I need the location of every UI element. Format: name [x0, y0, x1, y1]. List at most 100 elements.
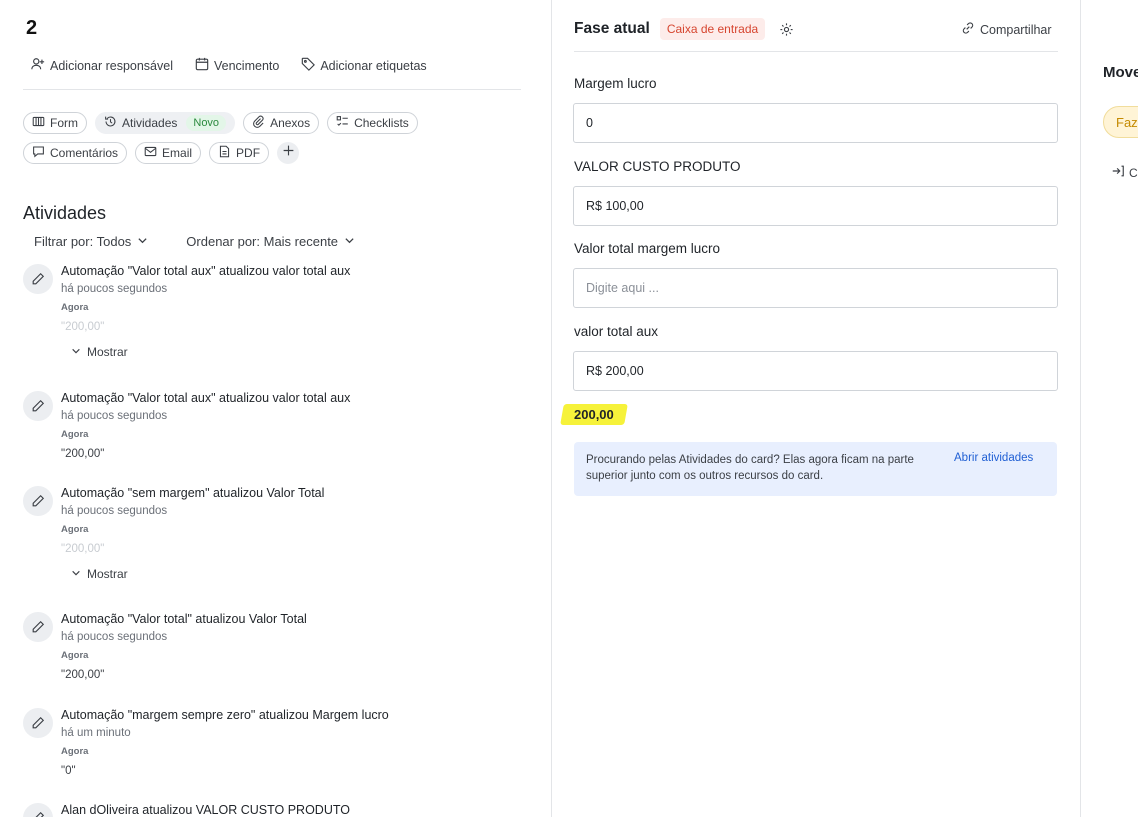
history-icon: [104, 115, 117, 131]
checklists-chip[interactable]: Checklists: [327, 112, 418, 134]
field-label-valor-custo: VALOR CUSTO PRODUTO: [574, 159, 741, 174]
activity-label: Agora: [61, 302, 89, 313]
user-plus-icon: [31, 57, 45, 74]
activity-text: Alan dOliveira atualizou VALOR CUSTO PRO…: [61, 803, 350, 817]
comments-chip-label: Comentários: [50, 146, 119, 160]
card-meta-actions: Adicionar responsável Vencimento Adicion…: [31, 57, 427, 74]
comment-icon: [32, 145, 45, 161]
chevron-down-icon: [344, 234, 355, 249]
add-feature-button[interactable]: [277, 142, 300, 164]
activity-time: há poucos segundos: [61, 283, 168, 295]
phase-badge[interactable]: Caixa de entrada: [659, 18, 766, 40]
arrow-into-icon: [1111, 164, 1125, 181]
pencil-icon: [23, 264, 53, 294]
add-tags-button[interactable]: Adicionar etiquetas: [301, 57, 427, 74]
form-chip-label: Form: [50, 116, 78, 130]
move-phase-pill[interactable]: Faze: [1103, 106, 1138, 138]
move-title: Move: [1103, 64, 1138, 81]
card-activity-panel: 2 Adicionar responsável Vencimento Adici…: [0, 0, 551, 817]
move-action-label: C: [1129, 165, 1138, 180]
show-more-label: Mostrar: [87, 567, 128, 581]
form-chip[interactable]: Form: [23, 112, 87, 134]
activities-filters: Filtrar por: Todos Ordenar por: Mais rec…: [34, 234, 355, 249]
document-icon: [218, 145, 231, 161]
activity-item: Automação "sem margem" atualizou Valor T…: [23, 486, 523, 596]
share-button[interactable]: Compartilhar: [961, 21, 1052, 38]
add-assignee-label: Adicionar responsável: [50, 58, 173, 73]
due-date-button[interactable]: Vencimento: [195, 57, 279, 74]
activity-value: "200,00": [61, 543, 105, 555]
info-text: Procurando pelas Atividades do card? Ela…: [586, 454, 914, 482]
highlighted-value: 200,00: [560, 404, 628, 425]
pencil-icon: [23, 708, 53, 738]
margem-lucro-input[interactable]: [573, 103, 1058, 143]
sort-dropdown[interactable]: Ordenar por: Mais recente: [186, 234, 355, 249]
activities-chip-label: Atividades: [122, 116, 178, 130]
add-tags-label: Adicionar etiquetas: [320, 58, 427, 73]
new-badge: Novo: [186, 115, 227, 131]
open-activities-link[interactable]: Abrir atividades: [954, 452, 1033, 464]
attachments-chip-label: Anexos: [270, 116, 311, 130]
card-feature-chips: Form Atividades Novo Anexos Checklists C…: [23, 112, 523, 172]
show-more-button[interactable]: Mostrar: [71, 345, 521, 359]
field-label-valor-total-aux: valor total aux: [574, 324, 659, 339]
activity-item: Automação "Valor total aux" atualizou va…: [23, 391, 523, 471]
share-label: Compartilhar: [980, 22, 1052, 37]
checklists-chip-label: Checklists: [354, 116, 409, 130]
activity-time: há um minuto: [61, 727, 131, 739]
email-chip[interactable]: Email: [135, 142, 202, 164]
activity-value: "200,00": [61, 448, 105, 460]
paperclip-icon: [252, 115, 265, 131]
activity-item: Automação "Valor total" atualizou Valor …: [23, 612, 523, 692]
activity-time: há poucos segundos: [61, 410, 168, 422]
due-date-label: Vencimento: [214, 58, 280, 73]
activity-text: Automação "sem margem" atualizou Valor T…: [61, 486, 325, 500]
attachments-chip[interactable]: Anexos: [243, 112, 320, 134]
mail-icon: [144, 145, 157, 161]
pdf-chip-label: PDF: [236, 146, 261, 160]
pdf-chip[interactable]: PDF: [209, 142, 270, 164]
move-action-button[interactable]: C: [1111, 164, 1138, 181]
valor-total-margem-input[interactable]: [573, 268, 1058, 308]
chevron-down-icon: [137, 234, 148, 249]
phase-header: Fase atual Caixa de entrada: [574, 18, 794, 40]
activity-value: "0": [61, 765, 76, 777]
activity-text: Automação "Valor total aux" atualizou va…: [61, 391, 351, 405]
divider: [23, 89, 521, 90]
activity-text: Automação "Valor total" atualizou Valor …: [61, 612, 307, 626]
sort-label: Ordenar por: Mais recente: [186, 234, 339, 249]
chevron-down-icon: [71, 567, 81, 581]
pencil-icon: [23, 391, 53, 421]
move-panel: Move Faze C: [1081, 0, 1138, 817]
add-assignee-button[interactable]: Adicionar responsável: [31, 57, 173, 74]
pencil-icon: [23, 612, 53, 642]
card-title: 2: [26, 17, 38, 39]
filter-label: Filtrar por: Todos: [34, 234, 132, 249]
comments-chip[interactable]: Comentários: [23, 142, 128, 164]
info-banner: Procurando pelas Atividades do card? Ela…: [574, 442, 1057, 496]
filter-dropdown[interactable]: Filtrar por: Todos: [34, 234, 148, 249]
tag-icon: [301, 57, 316, 74]
form-icon: [32, 115, 45, 131]
activity-value: "200,00": [61, 669, 105, 681]
valor-custo-input[interactable]: [573, 186, 1058, 226]
activity-text: Automação "margem sempre zero" atualizou…: [61, 708, 389, 722]
activity-item: Automação "Valor total aux" atualizou va…: [23, 264, 523, 374]
link-icon: [961, 21, 975, 38]
field-label-margem-lucro: Margem lucro: [574, 76, 657, 91]
chevron-down-icon: [71, 345, 81, 359]
pencil-icon: [23, 486, 53, 516]
activities-chip[interactable]: Atividades Novo: [95, 112, 236, 134]
pencil-icon: [23, 803, 53, 817]
valor-total-aux-input[interactable]: [573, 351, 1058, 391]
activity-item: Automação "margem sempre zero" atualizou…: [23, 708, 523, 788]
activity-label: Agora: [61, 746, 89, 757]
highlighted-value-text: 200,00: [574, 407, 614, 422]
divider: [574, 51, 1058, 52]
gear-icon[interactable]: [779, 22, 794, 37]
plus-icon: [282, 144, 295, 162]
show-more-button[interactable]: Mostrar: [71, 567, 521, 581]
activity-item: Alan dOliveira atualizou VALOR CUSTO PRO…: [23, 803, 523, 817]
activity-value: "200,00": [61, 321, 105, 333]
activity-label: Agora: [61, 429, 89, 440]
